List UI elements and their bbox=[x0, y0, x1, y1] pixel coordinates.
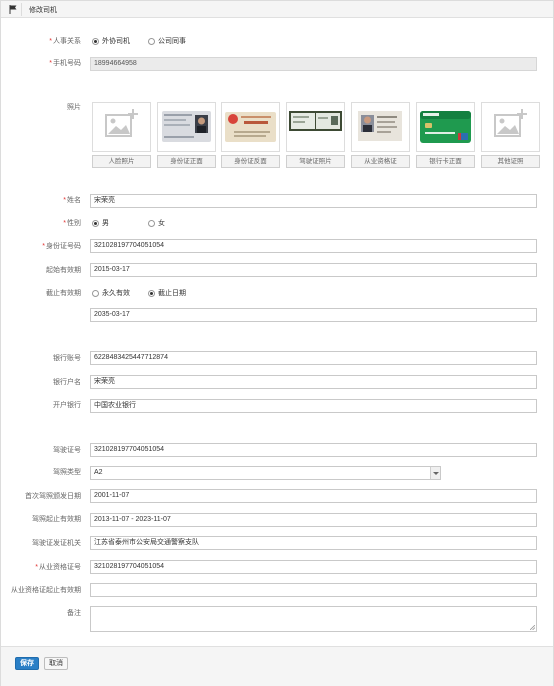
radio-checked-icon bbox=[92, 219, 99, 227]
relation-option-colleague[interactable]: 公司同事 bbox=[148, 36, 186, 46]
license-valid-label: 驾照起止有效期 bbox=[32, 516, 81, 523]
valid-to-label: 截止有效期 bbox=[46, 290, 81, 297]
license-no-input[interactable]: 321028197704051054 bbox=[90, 443, 537, 457]
resize-handle-icon[interactable] bbox=[530, 625, 535, 630]
radio-checked-icon bbox=[92, 37, 99, 45]
dialog-titlebar: 修改司机 bbox=[1, 1, 553, 18]
qualification-valid-label: 从业资格证起止有效期 bbox=[11, 587, 81, 594]
license-no-label: 驾驶证号 bbox=[53, 447, 81, 454]
save-button[interactable]: 保存 bbox=[15, 657, 39, 670]
account-name-input[interactable]: 宋荣亮 bbox=[90, 375, 537, 389]
id-number-input[interactable]: 321028197704051054 bbox=[90, 239, 537, 253]
first-issue-label: 首次驾照颁发日期 bbox=[25, 493, 81, 500]
license-type-value: A2 bbox=[94, 469, 103, 476]
gender-option-female[interactable]: 女 bbox=[148, 218, 165, 228]
photo-other[interactable]: 其他证照 bbox=[481, 102, 540, 168]
driver-license-image bbox=[286, 102, 345, 152]
phone-field: 18994664958 bbox=[90, 57, 537, 71]
photo-id-front[interactable]: 身份证正面 bbox=[157, 102, 216, 168]
photo-id-back[interactable]: 身份证反面 bbox=[221, 102, 280, 168]
gender-label: *性别 bbox=[63, 220, 81, 227]
gender-option-male[interactable]: 男 bbox=[92, 218, 109, 228]
bank-input[interactable]: 中国农业银行 bbox=[90, 399, 537, 413]
flag-icon bbox=[9, 5, 17, 14]
chevron-down-icon[interactable] bbox=[430, 467, 440, 479]
bank-account-input[interactable]: 6228483425447712874 bbox=[90, 351, 537, 365]
valid-to-option-permanent[interactable]: 永久有效 bbox=[92, 288, 130, 298]
name-input[interactable]: 宋荣亮 bbox=[90, 194, 537, 208]
valid-to-option-date[interactable]: 截止日期 bbox=[148, 288, 186, 298]
radio-unchecked-icon bbox=[92, 289, 99, 297]
name-label: *姓名 bbox=[63, 197, 81, 204]
radio-unchecked-icon bbox=[148, 37, 155, 45]
photo-caption: 银行卡正面 bbox=[416, 155, 475, 168]
dialog-footer bbox=[1, 646, 553, 686]
cancel-button[interactable]: 取消 bbox=[44, 657, 68, 670]
photo-caption: 身份证反面 bbox=[221, 155, 280, 168]
valid-to-input[interactable]: 2035-03-17 bbox=[90, 308, 537, 322]
photos-label: 照片 bbox=[67, 104, 81, 111]
photo-qualification[interactable]: 从业资格证 bbox=[351, 102, 410, 168]
id-card-front-image bbox=[157, 102, 216, 152]
remark-textarea[interactable] bbox=[90, 606, 537, 632]
bank-card-image bbox=[416, 102, 475, 152]
phone-label: *手机号码 bbox=[49, 60, 81, 67]
radio-unchecked-icon bbox=[148, 219, 155, 227]
id-number-label: *身份证号码 bbox=[42, 243, 81, 250]
photo-caption: 其他证照 bbox=[481, 155, 540, 168]
titlebar-divider bbox=[21, 3, 22, 16]
qualification-valid-input[interactable] bbox=[90, 583, 537, 597]
first-issue-input[interactable]: 2001-11-07 bbox=[90, 489, 537, 503]
license-issuer-label: 驾驶证发证机关 bbox=[32, 540, 81, 547]
photo-caption: 驾驶证照片 bbox=[286, 155, 345, 168]
license-type-select[interactable]: A2 bbox=[90, 466, 441, 480]
photo-face[interactable]: 人脸照片 bbox=[92, 102, 151, 168]
bank-account-label: 银行账号 bbox=[53, 355, 81, 362]
relation-label: *人事关系 bbox=[49, 38, 81, 45]
photo-bank-card[interactable]: 银行卡正面 bbox=[416, 102, 475, 168]
photo-driver-license[interactable]: 驾驶证照片 bbox=[286, 102, 345, 168]
radio-checked-icon bbox=[148, 289, 155, 297]
valid-from-input[interactable]: 2015-03-17 bbox=[90, 263, 537, 277]
qualification-no-input[interactable]: 321028197704051054 bbox=[90, 560, 537, 574]
license-valid-input[interactable]: 2013-11-07 - 2023-11-07 bbox=[90, 513, 537, 527]
account-name-label: 银行户名 bbox=[53, 379, 81, 386]
dialog-window: 修改司机 *人事关系 外协司机 公司同事 *手机号码 18994664958 照… bbox=[0, 0, 554, 686]
qualification-no-label: *从业资格证号 bbox=[35, 564, 81, 571]
qualification-cert-image bbox=[351, 102, 410, 152]
id-card-back-image bbox=[221, 102, 280, 152]
image-placeholder-icon bbox=[481, 102, 540, 152]
photo-caption: 从业资格证 bbox=[351, 155, 410, 168]
license-type-label: 驾照类型 bbox=[53, 469, 81, 476]
valid-from-label: 起始有效期 bbox=[46, 267, 81, 274]
bank-label: 开户银行 bbox=[53, 402, 81, 409]
relation-option-external[interactable]: 外协司机 bbox=[92, 36, 130, 46]
remark-label: 备注 bbox=[67, 610, 81, 617]
photo-caption: 身份证正面 bbox=[157, 155, 216, 168]
photo-caption: 人脸照片 bbox=[92, 155, 151, 168]
image-placeholder-icon bbox=[92, 102, 151, 152]
license-issuer-input[interactable]: 江苏省泰州市公安局交通警察支队 bbox=[90, 536, 537, 550]
dialog-title: 修改司机 bbox=[29, 7, 57, 14]
